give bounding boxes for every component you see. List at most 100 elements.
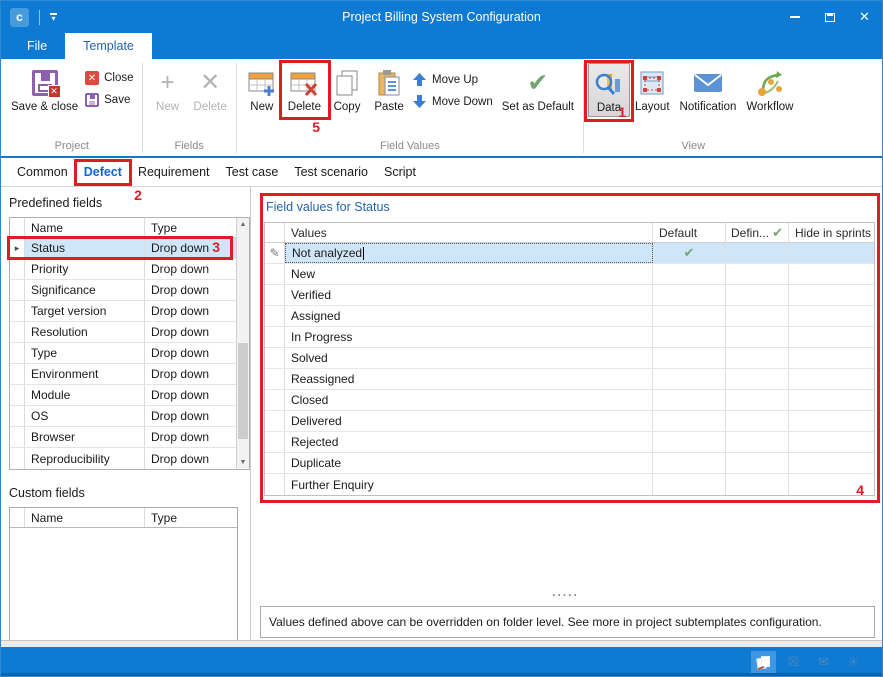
arrow-up-icon [412,73,427,87]
predefined-row[interactable]: OS Drop down [10,406,236,427]
value-row[interactable]: New [265,264,874,285]
tab-requirement[interactable]: Requirement [130,160,218,186]
predefined-row[interactable]: Reproducibility Drop down [10,448,236,469]
pages-icon [757,655,771,669]
predefined-row[interactable]: Type Drop down [10,343,236,364]
custom-fields-title: Custom fields [9,486,250,500]
column-header-type[interactable]: Type [145,508,237,527]
override-note: Values defined above can be overridden o… [260,606,875,638]
maximize-button[interactable] [812,1,847,33]
set-as-default-button[interactable]: ✔ Set as Default [497,63,579,115]
column-header-values[interactable]: Values [285,223,653,242]
group-label-fields: Fields [144,139,235,156]
value-row[interactable]: Solved [265,348,874,369]
layout-icon [638,69,666,97]
save-button[interactable]: Save [85,93,133,107]
edit-pencil-icon: ✎ [269,246,279,260]
view-workflow-button[interactable]: Workflow [741,63,798,115]
scroll-down-icon[interactable]: ▼ [240,456,247,469]
check-icon: ✔ [527,71,548,96]
tab-test-case[interactable]: Test case [218,160,287,186]
column-header-name[interactable]: Name [25,508,145,527]
custom-grid-empty-body[interactable] [10,528,237,640]
tab-script[interactable]: Script [376,160,424,186]
column-header-default[interactable]: Default [653,223,726,242]
custom-fields-grid: Name Type [9,507,238,640]
notification-envelope-icon [693,72,723,94]
close-button[interactable]: ✕ [847,1,882,33]
arrow-down-icon [412,95,427,109]
ribbon-group-fields: + New ✕ Delete Fields [144,60,235,156]
tab-file[interactable]: File [9,33,65,59]
predefined-row[interactable]: Target version Drop down [10,301,236,322]
value-row[interactable]: Verified [265,285,874,306]
group-label-view: View [585,139,802,156]
move-up-button[interactable]: Move Up [412,73,493,87]
group-label-project: Project [3,139,141,156]
predefined-row-status[interactable]: ▸ Status Drop down 3 [10,238,236,259]
statusbar-workflow-button[interactable]: ✳ [841,651,866,673]
scrollbar-thumb[interactable] [238,343,248,439]
copy-button[interactable]: Copy [326,63,368,115]
field-values-grid: Values Default Defin... ✔ Hide in sprint… [264,222,875,496]
splitter-handle[interactable]: ..... [245,585,882,599]
predefined-row[interactable]: Significance Drop down [10,280,236,301]
move-down-button[interactable]: Move Down [412,95,493,109]
field-values-delete-button[interactable]: Delete [283,63,326,115]
predefined-fields-title: Predefined fields [9,196,250,210]
scroll-up-icon[interactable]: ▲ [240,218,247,231]
predefined-grid-header: Name Type [10,218,236,238]
value-row[interactable]: Further Enquiry [265,474,874,495]
predefined-row[interactable]: Environment Drop down [10,364,236,385]
column-header-name[interactable]: Name [25,218,145,237]
value-row-editing[interactable]: ✎ Not analyzed ✔ [265,243,874,264]
value-row[interactable]: Delivered [265,411,874,432]
predefined-grid-scrollbar[interactable]: ▲ ▼ [236,218,249,469]
value-row[interactable]: Closed [265,390,874,411]
value-row[interactable]: In Progress [265,327,874,348]
value-row[interactable]: Rejected [265,432,874,453]
quick-access-menu-icon[interactable]: ▾ [50,13,57,21]
entity-tabstrip: Common Defect 2 Requirement Test case Te… [1,158,882,187]
value-cell-editing[interactable]: Not analyzed [285,243,653,263]
statusbar-layout-button[interactable]: ☒ [781,651,806,673]
defined-check-icon: ✔ [772,225,783,241]
predefined-row[interactable]: Browser Drop down [10,427,236,448]
main-area: Predefined fields Name Type ▸ Status Dro… [1,187,882,640]
value-row[interactable]: Reassigned [265,369,874,390]
predefined-row[interactable]: Priority Drop down [10,259,236,280]
titlebar: c ▾ Project Billing System Configuration… [1,1,882,33]
tab-template[interactable]: Template [65,33,152,59]
row-selector-arrow-icon: ▸ [10,238,25,258]
tab-defect[interactable]: Defect [76,160,130,186]
minimize-button[interactable] [777,1,812,33]
column-header-type[interactable]: Type [145,218,236,237]
statusbar-notification-button[interactable]: ✉ [811,651,836,673]
tab-test-scenario[interactable]: Test scenario [286,160,376,186]
close-icon: ✕ [859,9,870,25]
tab-common[interactable]: Common [9,160,76,186]
left-panel: Predefined fields Name Type ▸ Status Dro… [1,187,251,640]
predefined-row[interactable]: Module Drop down [10,385,236,406]
group-label-field-values: Field Values [238,139,582,156]
close-project-button[interactable]: ✕ Close [85,71,133,85]
ballot-x-icon: ☒ [788,654,800,670]
paste-button[interactable]: Paste [368,63,410,115]
fields-new-button[interactable]: + New [147,63,189,115]
view-data-button[interactable]: Data [588,63,630,117]
fields-delete-button[interactable]: ✕ Delete [189,63,232,115]
copy-icon [333,69,361,97]
field-values-new-button[interactable]: New [241,63,283,115]
view-layout-button[interactable]: Layout [630,63,675,115]
ribbon-group-field-values: New [238,60,582,156]
custom-grid-header: Name Type [10,508,237,528]
column-header-hide-in-sprints[interactable]: Hide in sprints [789,223,874,242]
value-row[interactable]: Assigned [265,306,874,327]
save-and-close-button[interactable]: ✕ Save & close [6,63,83,115]
predefined-row[interactable]: Resolution Drop down [10,322,236,343]
value-row[interactable]: Duplicate [265,453,874,474]
save-icon [85,93,99,107]
view-notification-button[interactable]: Notification [675,63,742,115]
statusbar-templates-button[interactable] [751,651,776,673]
column-header-defined[interactable]: Defin... ✔ [726,223,789,242]
